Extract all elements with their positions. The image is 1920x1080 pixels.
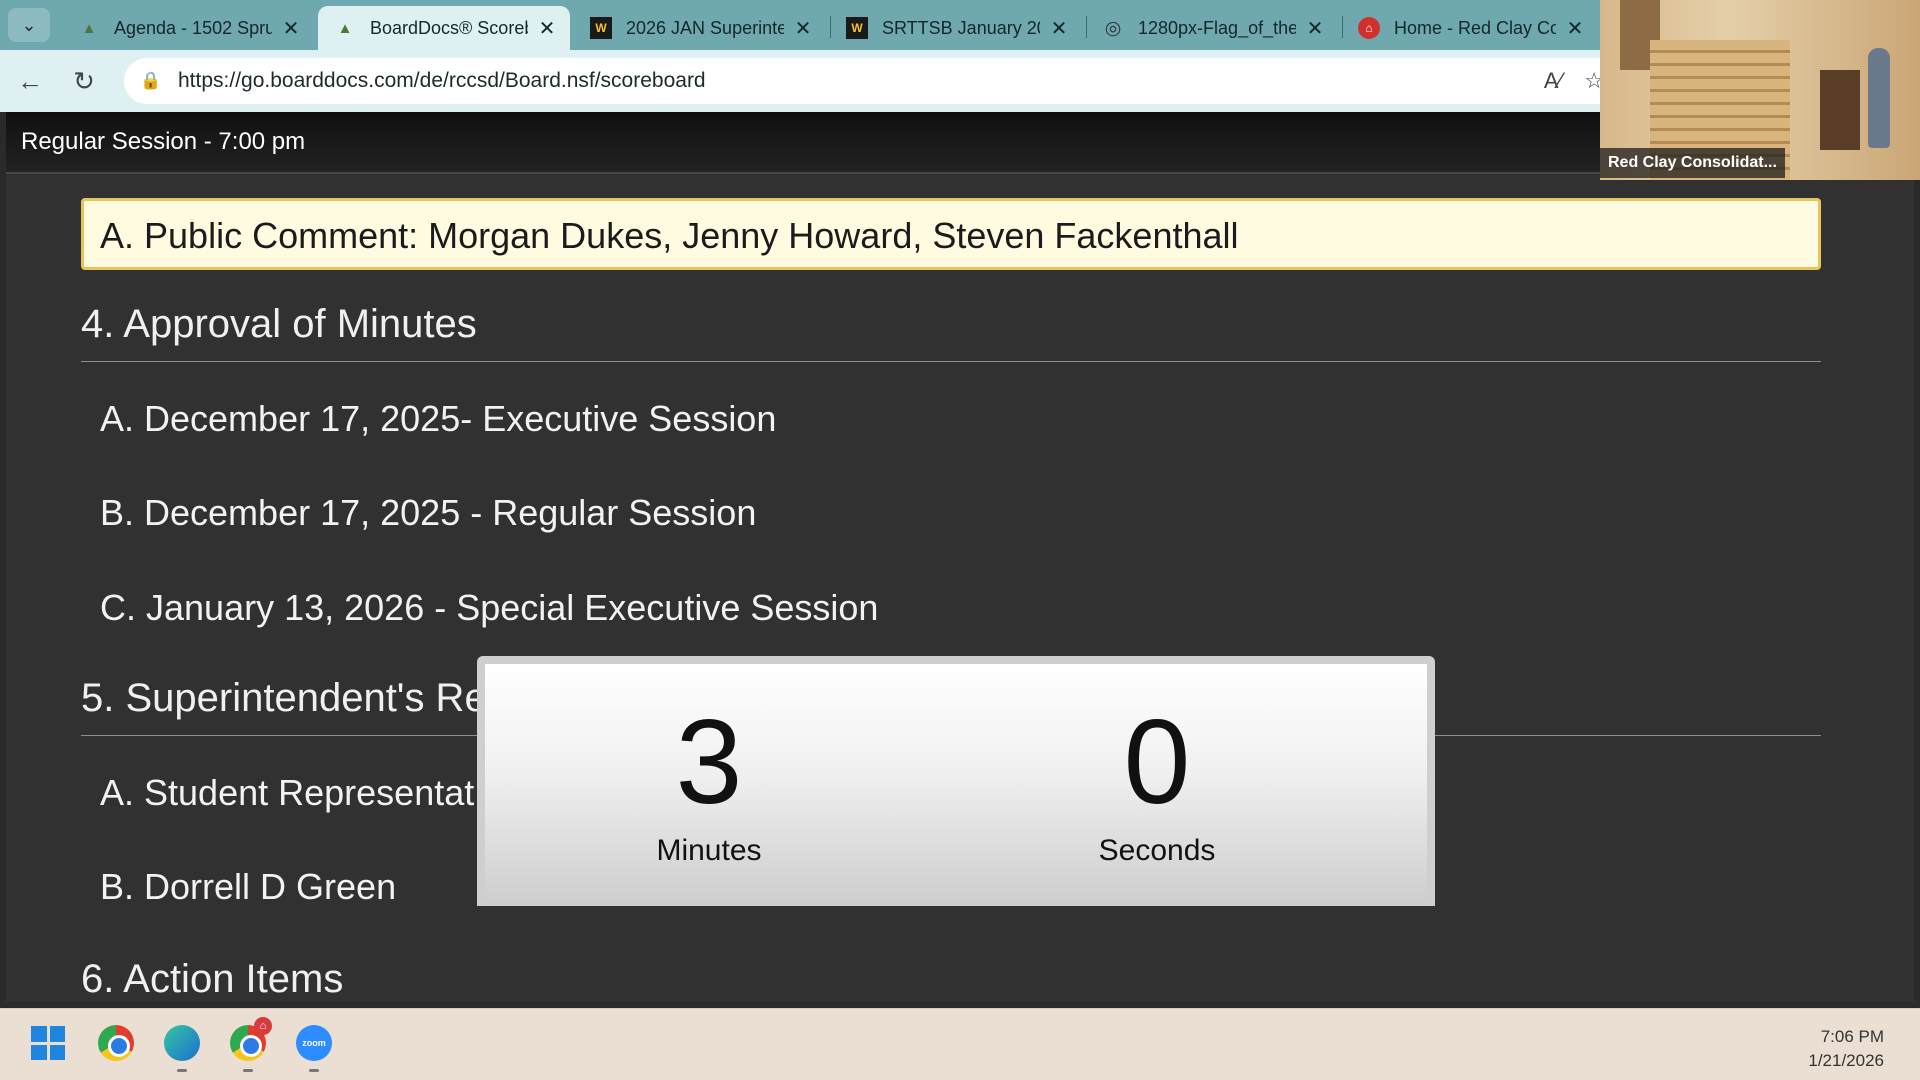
speaker-timer: 3 Minutes 0 Seconds [477, 656, 1435, 906]
doc-logo-icon: W [846, 17, 868, 39]
running-indicator [243, 1069, 253, 1072]
session-title: Regular Session - 7:00 pm [21, 128, 306, 155]
lock-icon[interactable]: 🔒 [140, 70, 162, 92]
omnibox-actions: A⁄ ☆ [1544, 68, 1604, 94]
tab-title: Home - Red Clay Co [1394, 17, 1556, 38]
globe-icon: ◎ [1104, 17, 1122, 39]
close-icon[interactable]: ✕ [1048, 16, 1070, 41]
close-icon[interactable]: ✕ [536, 16, 558, 41]
taskbar: ⌂ zoom 7:06 PM 1/21/2026 [0, 1008, 1920, 1080]
notification-badge-icon: ⌂ [254, 1017, 272, 1035]
agenda-item: B. December 17, 2025 - Regular Session [100, 492, 757, 533]
tree-icon: ▲ [81, 19, 97, 37]
running-indicator [309, 1069, 319, 1072]
tab-title: Agenda - 1502 Spru [114, 17, 272, 38]
agenda-item: C. January 13, 2026 - Special Executive … [100, 587, 879, 628]
chrome-icon[interactable] [96, 1023, 136, 1063]
running-indicator [177, 1069, 187, 1072]
current-agenda-item: A. Public Comment: Morgan Dukes, Jenny H… [81, 198, 1821, 270]
zoom-icon[interactable]: zoom [294, 1023, 334, 1063]
doc-logo-icon: W [590, 17, 612, 39]
seconds-label: Seconds [1098, 834, 1216, 867]
clock-time: 7:06 PM [1820, 1027, 1884, 1046]
address-bar[interactable]: 🔒 https://go.boarddocs.com/de/rccsd/Boar… [124, 58, 1624, 104]
close-icon[interactable]: ✕ [280, 16, 302, 41]
read-aloud-icon[interactable]: A⁄ [1544, 68, 1562, 94]
tab-list-chevron-icon[interactable]: ⌄ [8, 8, 50, 42]
video-participant-label: Red Clay Consolidat... [1600, 148, 1785, 178]
home-icon: ⌂ [1358, 17, 1380, 39]
close-icon[interactable]: ✕ [1564, 16, 1586, 41]
reload-icon[interactable]: ↻ [64, 62, 104, 100]
close-icon[interactable]: ✕ [1304, 16, 1326, 41]
timer-face: 3 Minutes 0 Seconds [485, 664, 1427, 906]
timer-seconds: 0 Seconds [933, 664, 1381, 868]
tab-boarddocs-scoreboard[interactable]: ▲ BoardDocs® Scoreb ✕ [318, 6, 570, 50]
tab-flag-image[interactable]: ◎ 1280px-Flag_of_the_ ✕ [1086, 6, 1338, 50]
close-icon[interactable]: ✕ [792, 16, 814, 41]
video-speaker [1868, 48, 1890, 148]
agenda-item: B. Dorrell D Green [100, 866, 397, 907]
section-action-items: 6. Action Items [81, 957, 344, 1001]
edge-icon[interactable] [162, 1023, 202, 1063]
seconds-value: 0 [1123, 695, 1191, 829]
agenda-item: A. December 17, 2025- Executive Session [100, 398, 777, 439]
clock-date: 1/21/2026 [1808, 1051, 1884, 1070]
tab-agenda[interactable]: ▲ Agenda - 1502 Spru ✕ [62, 6, 314, 50]
back-arrow-icon[interactable]: ← [10, 62, 50, 100]
chrome-profile-icon[interactable]: ⌂ [228, 1017, 272, 1063]
system-clock[interactable]: 7:06 PM 1/21/2026 [1808, 1025, 1884, 1073]
minutes-value: 3 [675, 695, 743, 829]
tree-icon: ▲ [337, 19, 353, 37]
tab-superintendent-report[interactable]: W 2026 JAN Superinten ✕ [574, 6, 826, 50]
video-podium [1820, 70, 1860, 150]
minutes-label: Minutes [656, 834, 762, 867]
section-approval-of-minutes: 4. Approval of Minutes [81, 302, 1821, 362]
tab-srttsb-january[interactable]: W SRTTSB January 2026 ✕ [830, 6, 1082, 50]
timer-minutes: 3 Minutes [485, 664, 933, 868]
agenda-item: A. Student Representat [100, 772, 475, 813]
tab-title: 2026 JAN Superinten [626, 17, 784, 38]
tab-title: BoardDocs® Scoreb [370, 17, 528, 38]
url-text: https://go.boarddocs.com/de/rccsd/Board.… [178, 69, 706, 92]
windows-start-icon[interactable] [28, 1023, 68, 1063]
tab-title: SRTTSB January 2026 [882, 17, 1040, 38]
video-feed[interactable]: Red Clay Consolidat... [1600, 0, 1920, 180]
tab-red-clay-home[interactable]: ⌂ Home - Red Clay Co ✕ [1342, 6, 1598, 50]
tab-title: 1280px-Flag_of_the_ [1138, 17, 1296, 38]
